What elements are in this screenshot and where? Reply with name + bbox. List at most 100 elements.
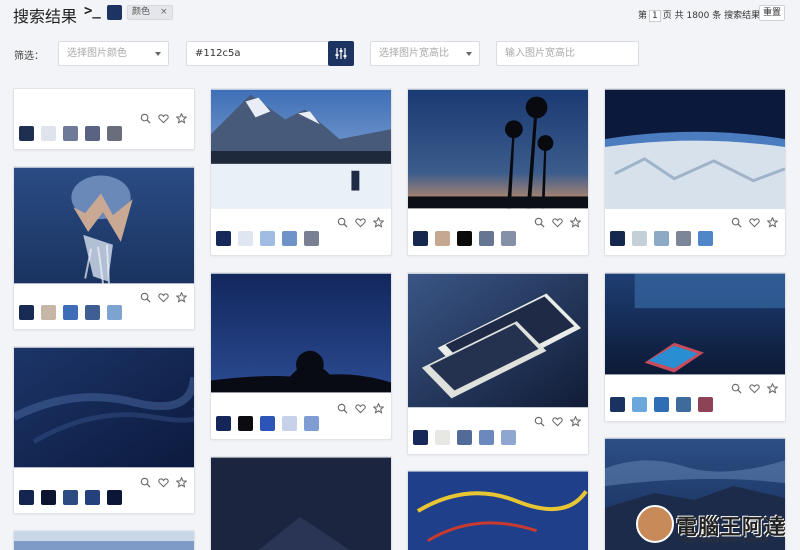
color-swatch[interactable]	[501, 430, 516, 445]
search-icon[interactable]	[731, 383, 742, 394]
color-swatch[interactable]	[610, 231, 625, 246]
color-swatch[interactable]	[457, 430, 472, 445]
star-icon[interactable]	[570, 416, 581, 427]
color-swatch[interactable]	[107, 126, 122, 141]
color-swatch[interactable]	[698, 397, 713, 412]
color-swatch[interactable]	[632, 231, 647, 246]
star-icon[interactable]	[176, 292, 187, 303]
color-swatch[interactable]	[676, 397, 691, 412]
color-swatch[interactable]	[85, 305, 100, 320]
search-icon[interactable]	[140, 477, 151, 488]
search-icon[interactable]	[534, 217, 545, 228]
color-swatch[interactable]	[19, 490, 34, 505]
color-swatch[interactable]	[501, 231, 516, 246]
color-swatch[interactable]	[41, 490, 56, 505]
heart-icon[interactable]	[158, 113, 169, 124]
color-swatch[interactable]	[85, 490, 100, 505]
color-picker-button[interactable]	[328, 41, 354, 66]
color-select[interactable]: 选择图片颜色	[58, 41, 169, 66]
star-icon[interactable]	[767, 383, 778, 394]
color-swatch[interactable]	[304, 416, 319, 431]
search-icon[interactable]	[534, 416, 545, 427]
color-swatch[interactable]	[632, 397, 647, 412]
color-hex-value: #112c5a	[195, 48, 241, 59]
color-swatch[interactable]	[698, 231, 713, 246]
card-actions	[534, 217, 582, 229]
ratio-select[interactable]: 选择图片宽高比	[370, 41, 480, 66]
color-swatch[interactable]	[216, 231, 231, 246]
color-swatch[interactable]	[238, 416, 253, 431]
card-actions	[337, 403, 385, 415]
result-card-1[interactable]	[13, 88, 195, 150]
color-swatch[interactable]	[610, 397, 625, 412]
heart-icon[interactable]	[355, 403, 366, 414]
star-icon[interactable]	[570, 217, 581, 228]
color-swatch[interactable]	[63, 490, 78, 505]
star-icon[interactable]	[176, 113, 187, 124]
color-swatch[interactable]	[85, 126, 100, 141]
reset-button[interactable]: 重置	[759, 5, 785, 21]
result-card-11[interactable]	[210, 456, 392, 550]
search-icon[interactable]	[337, 403, 348, 414]
color-swatch[interactable]	[413, 430, 428, 445]
color-swatch[interactable]	[282, 416, 297, 431]
search-icon[interactable]	[731, 217, 742, 228]
page-number[interactable]: 1	[649, 10, 661, 22]
result-card-2[interactable]	[13, 166, 195, 330]
sky-photo	[14, 347, 194, 468]
whale-photo	[14, 167, 194, 284]
star-icon[interactable]	[373, 403, 384, 414]
heart-icon[interactable]	[355, 217, 366, 228]
color-swatch[interactable]	[479, 231, 494, 246]
color-swatch[interactable]	[435, 430, 450, 445]
color-swatch[interactable]	[654, 231, 669, 246]
heart-icon[interactable]	[552, 416, 563, 427]
heart-icon[interactable]	[749, 217, 760, 228]
color-swatch[interactable]	[413, 231, 428, 246]
search-icon[interactable]	[337, 217, 348, 228]
filter-tag-color[interactable]: 颜色 ×	[127, 5, 173, 20]
color-swatch[interactable]	[654, 397, 669, 412]
heart-icon[interactable]	[552, 217, 563, 228]
star-icon[interactable]	[767, 217, 778, 228]
color-swatch[interactable]	[107, 305, 122, 320]
color-hex-input[interactable]: #112c5a	[186, 41, 329, 66]
color-swatch[interactable]	[216, 416, 231, 431]
search-icon[interactable]	[140, 113, 151, 124]
color-swatch[interactable]	[457, 231, 472, 246]
color-swatch[interactable]	[63, 126, 78, 141]
color-swatch[interactable]	[479, 430, 494, 445]
heart-icon[interactable]	[158, 477, 169, 488]
close-icon[interactable]: ×	[160, 7, 168, 17]
result-card-10[interactable]	[13, 530, 195, 550]
color-swatch[interactable]	[282, 231, 297, 246]
color-swatch[interactable]	[41, 126, 56, 141]
star-icon[interactable]	[176, 477, 187, 488]
color-swatch[interactable]	[107, 490, 122, 505]
result-card-4[interactable]	[210, 88, 392, 256]
color-swatch[interactable]	[260, 231, 275, 246]
result-card-7[interactable]	[407, 272, 589, 455]
star-icon[interactable]	[373, 217, 384, 228]
color-swatch[interactable]	[63, 305, 78, 320]
color-swatch[interactable]	[676, 231, 691, 246]
color-swatch[interactable]	[435, 231, 450, 246]
result-card-9[interactable]	[604, 272, 786, 422]
result-card-5[interactable]	[210, 272, 392, 440]
search-icon[interactable]	[140, 292, 151, 303]
ratio-input[interactable]: 输入图片宽高比	[496, 41, 639, 66]
heart-icon[interactable]	[749, 383, 760, 394]
result-card-12[interactable]	[407, 470, 589, 550]
selected-color-chip	[107, 5, 122, 20]
result-card-6[interactable]	[407, 88, 589, 256]
color-swatch[interactable]	[260, 416, 275, 431]
color-swatch[interactable]	[304, 231, 319, 246]
heart-icon[interactable]	[158, 292, 169, 303]
color-swatch[interactable]	[41, 305, 56, 320]
color-swatch[interactable]	[238, 231, 253, 246]
result-card-8[interactable]	[604, 88, 786, 256]
result-card-3[interactable]	[13, 346, 195, 514]
color-swatch[interactable]	[19, 126, 34, 141]
pager-suffix: 页 共 1800 条 搜索结果	[662, 11, 761, 21]
color-swatch[interactable]	[19, 305, 34, 320]
